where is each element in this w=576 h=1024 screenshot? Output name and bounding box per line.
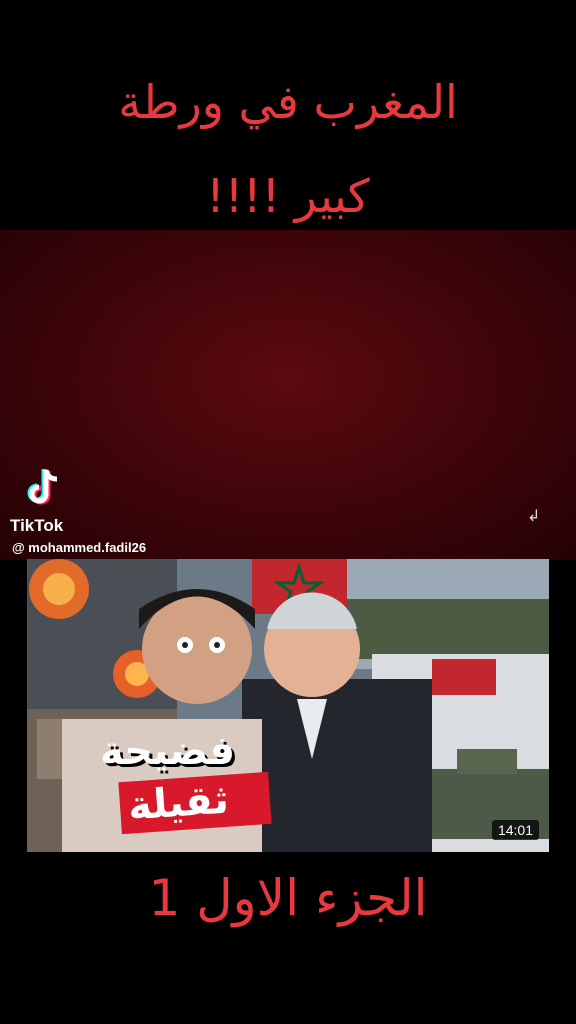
tiktok-brand: TikTok xyxy=(10,516,64,535)
headline-line-1: المغرب في ورطة xyxy=(118,75,458,129)
part-label: الجزء الاول 1 xyxy=(148,869,428,927)
thumbnail-caption-top: فضيحة xyxy=(100,728,236,774)
thumbnail-artwork xyxy=(27,559,549,852)
tiktok-username[interactable]: @ mohammed.fadil26 xyxy=(12,540,146,555)
video-background-panel xyxy=(0,230,576,560)
cursor-icon: ↲ xyxy=(527,506,541,525)
video-thumbnail[interactable]: 14:01 xyxy=(27,559,549,852)
tiktok-logo-icon xyxy=(27,469,58,505)
video-duration-badge: 14:01 xyxy=(491,820,539,840)
headline-line-2: كبير !!!! xyxy=(206,169,370,223)
thumbnail-caption-bottom: ثقيلة xyxy=(126,776,231,830)
